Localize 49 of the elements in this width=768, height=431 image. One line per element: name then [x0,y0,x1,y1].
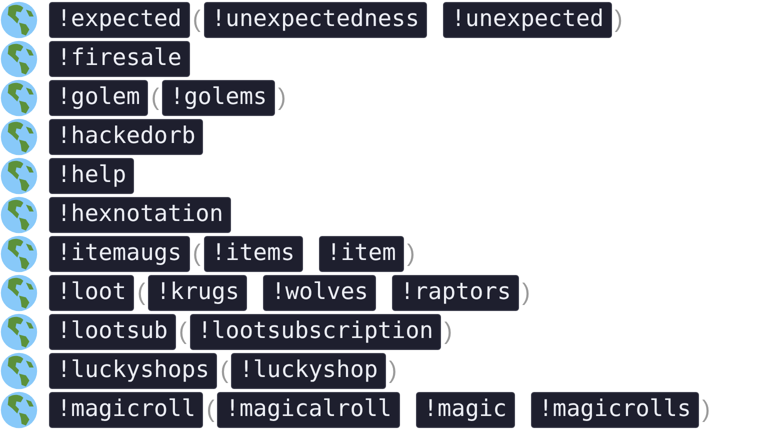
command-tag: !lootsub [49,314,176,350]
parenthesis: ( [192,8,201,32]
command-tag: !itemaugs [49,236,190,272]
command-tag: !golems [162,80,276,116]
globe-icon [0,118,38,156]
parenthesis: ) [406,242,415,266]
parenthesis: ) [702,398,710,422]
globe-icon [0,352,38,390]
globe-icon [0,156,38,194]
globe-icon [0,196,38,234]
parenthesis: ( [192,242,201,266]
command-tag: !items [204,236,303,272]
parenthesis: ( [206,398,214,422]
command-tag: !help [49,158,134,194]
globe-icon [0,40,38,78]
command-tag: !magic [416,392,515,428]
command-tag: !unexpected [443,2,612,38]
parenthesis: ( [178,320,187,344]
globe-icon [0,312,38,350]
command-tag: !magicroll [49,392,204,428]
command-tag: !item [318,236,404,272]
parenthesis: ) [522,280,530,304]
command-tag: !lootsubscription [190,314,442,350]
parenthesis: ) [388,358,397,382]
parenthesis: ( [151,86,160,110]
command-tag: !luckyshops [49,352,218,388]
parenthesis: ( [137,280,146,304]
parenthesis: ) [614,8,623,32]
globe-icon [0,0,38,38]
command-tag: !hackedorb [49,118,204,154]
command-tag: !unexpectedness [204,2,428,38]
parenthesis: ) [444,320,452,344]
command-tag: !wolves [263,274,376,310]
command-tag: !luckyshop [231,352,386,388]
command-tag: !loot [49,274,134,310]
parenthesis: ) [278,86,286,110]
command-tag: !raptors [392,274,520,310]
command-tag: !hexnotation [49,196,232,232]
globe-icon [0,78,38,116]
command-tag: !krugs [148,274,248,310]
parenthesis: ( [220,358,228,382]
command-tag: !magicrolls [530,392,700,428]
command-tag: !magicalroll [217,392,400,428]
globe-icon [0,274,38,312]
globe-icon [0,390,38,428]
globe-icon [0,234,38,272]
command-tag: !expected [49,2,190,38]
command-tag: !golem [49,80,148,116]
command-tag: !firesale [49,40,190,76]
